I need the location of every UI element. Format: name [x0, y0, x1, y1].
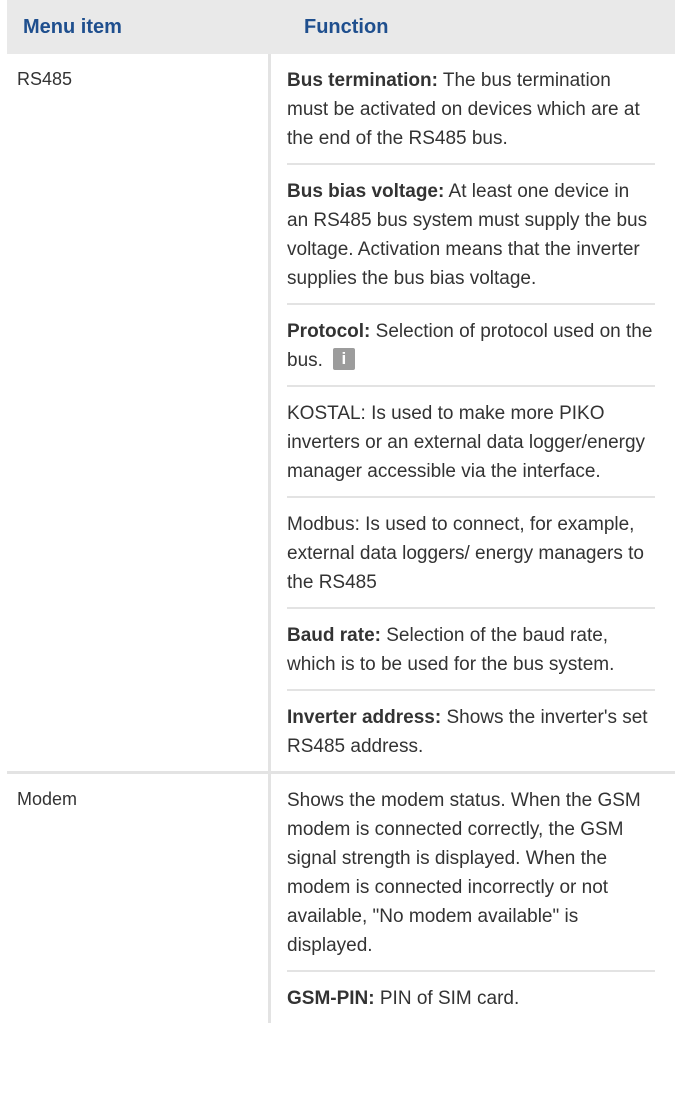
- bus-bias-voltage-paragraph: Bus bias voltage: At least one device in…: [287, 165, 655, 305]
- function-cell: Bus termination: The bus termination mus…: [271, 54, 675, 771]
- baud-rate-label: Baud rate:: [287, 625, 381, 646]
- table-header: Menu item Function: [7, 0, 675, 54]
- modbus-text: Modbus: Is used to connect, for example,…: [287, 514, 644, 593]
- bus-termination-paragraph: Bus termination: The bus termination mus…: [287, 54, 655, 165]
- inverter-address-paragraph: Inverter address: Shows the inverter's s…: [287, 691, 655, 771]
- modbus-paragraph: Modbus: Is used to connect, for example,…: [287, 498, 655, 609]
- protocol-paragraph: Protocol: Selection of protocol used on …: [287, 305, 655, 387]
- header-function: Function: [304, 15, 389, 38]
- inverter-address-label: Inverter address:: [287, 707, 442, 728]
- table-row-modem: Modem Shows the modem status. When the G…: [7, 774, 675, 1023]
- baud-rate-paragraph: Baud rate: Selection of the baud rate, w…: [287, 609, 655, 691]
- bus-bias-voltage-label: Bus bias voltage:: [287, 181, 445, 202]
- header-menu-item: Menu item: [23, 15, 122, 38]
- gsm-pin-text: PIN of SIM card.: [374, 988, 520, 1009]
- kostal-text: KOSTAL: Is used to make more PIKO invert…: [287, 403, 646, 482]
- function-cell: Shows the modem status. When the GSM mod…: [271, 774, 675, 1023]
- bus-termination-label: Bus termination:: [287, 70, 438, 91]
- menu-item-cell: Modem: [7, 774, 271, 1023]
- modem-status-text: Shows the modem status. When the GSM mod…: [287, 790, 641, 956]
- gsm-pin-paragraph: GSM-PIN: PIN of SIM card.: [287, 972, 655, 1023]
- info-icon: i: [332, 348, 355, 370]
- modem-status-paragraph: Shows the modem status. When the GSM mod…: [287, 774, 655, 972]
- protocol-label: Protocol:: [287, 321, 371, 342]
- table-row-rs485: RS485 Bus termination: The bus terminati…: [7, 54, 675, 774]
- menu-item-cell: RS485: [7, 54, 271, 771]
- gsm-pin-label: GSM-PIN:: [287, 988, 375, 1009]
- kostal-paragraph: KOSTAL: Is used to make more PIKO invert…: [287, 387, 655, 498]
- function-table: Menu item Function RS485 Bus termination…: [7, 0, 675, 1023]
